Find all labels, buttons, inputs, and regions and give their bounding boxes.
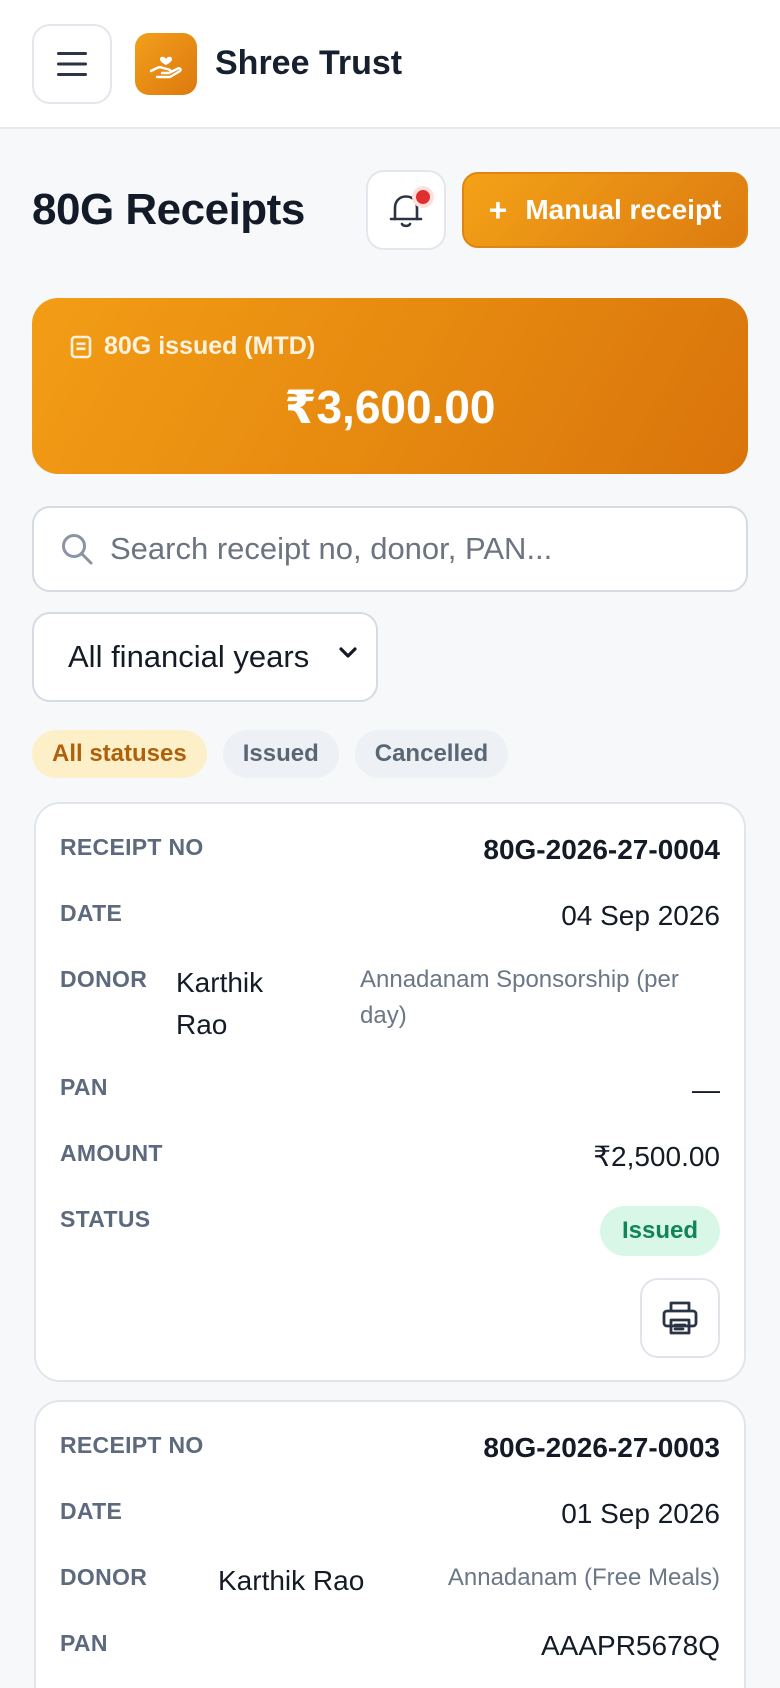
date-row: DATE 04 Sep 2026: [60, 900, 720, 940]
donor-label: DONOR: [60, 1564, 148, 1590]
receipt-no-label: RECEIPT NO: [60, 834, 204, 860]
pan-row: PAN AAAPR5678Q: [60, 1630, 720, 1670]
hamburger-menu-icon: [57, 52, 87, 76]
print-receipt-button[interactable]: [640, 1278, 720, 1358]
status-filter-chips: All statuses Issued Cancelled: [32, 730, 509, 778]
pan-label: PAN: [60, 1074, 108, 1100]
receipt-card: RECEIPT NO 80G-2026-27-0004 DATE 04 Sep …: [34, 802, 746, 1382]
receipt-icon: [70, 335, 92, 358]
date-value: 04 Sep 2026: [561, 900, 720, 931]
search-icon: [62, 534, 93, 565]
hand-heart-icon: [149, 56, 182, 79]
receipt-no-row: RECEIPT NO 80G-2026-27-0004: [60, 834, 720, 874]
pan-row: PAN —: [60, 1074, 720, 1114]
date-label: DATE: [60, 900, 123, 926]
donor-purpose: Annadanam Sponsorship (per day): [360, 966, 679, 1029]
search-box: [32, 506, 748, 592]
amount-row: AMOUNT ₹2,500.00: [60, 1140, 720, 1180]
chip-all-statuses[interactable]: All statuses: [32, 730, 207, 778]
plus-icon: +: [488, 191, 508, 228]
notifications-button[interactable]: [366, 170, 446, 250]
app-name: Shree Trust: [215, 44, 403, 82]
pan-value: —: [692, 1074, 720, 1105]
manual-receipt-button[interactable]: + Manual receipt: [462, 172, 748, 248]
receipt-no-row: RECEIPT NO 80G-2026-27-0003: [60, 1432, 720, 1472]
date-label: DATE: [60, 1498, 123, 1524]
menu-button[interactable]: [32, 24, 112, 104]
pan-label: PAN: [60, 1630, 108, 1656]
donor-row: DONOR Karthik Rao Annadanam Sponsorship …: [60, 966, 720, 1056]
pan-value: AAAPR5678Q: [541, 1630, 720, 1661]
status-badge: Issued: [599, 1206, 720, 1256]
app-logo: [135, 33, 197, 95]
summary-label-row: 80G issued (MTD): [70, 332, 315, 361]
donor-label: DONOR: [60, 966, 148, 992]
summary-card: 80G issued (MTD) ₹3,600.00: [32, 298, 748, 474]
date-value: 01 Sep 2026: [561, 1498, 720, 1529]
donor-name: Karthik Rao: [218, 1565, 365, 1596]
chip-issued[interactable]: Issued: [222, 730, 339, 778]
receipt-no-value: 80G-2026-27-0004: [483, 834, 720, 865]
printer-icon: [662, 1301, 698, 1335]
receipt-no-label: RECEIPT NO: [60, 1432, 204, 1458]
page-title: 80G Receipts: [32, 185, 305, 234]
financial-year-value: All financial years: [68, 639, 310, 674]
summary-label: 80G issued (MTD): [104, 332, 316, 360]
date-row: DATE 01 Sep 2026: [60, 1498, 720, 1538]
status-label: STATUS: [60, 1206, 151, 1232]
summary-amount: ₹3,600.00: [284, 381, 496, 433]
receipt-no-value: 80G-2026-27-0003: [483, 1432, 720, 1463]
chip-cancelled[interactable]: Cancelled: [354, 730, 509, 778]
financial-year-select[interactable]: All financial years: [32, 612, 378, 702]
donor-row: DONOR Karthik Rao Annadanam (Free Meals): [60, 1564, 720, 1608]
receipt-card: RECEIPT NO 80G-2026-27-0003 DATE 01 Sep …: [34, 1400, 746, 1688]
amount-label: AMOUNT: [60, 1140, 163, 1166]
amount-value: ₹2,500.00: [593, 1141, 720, 1172]
notification-dot: [412, 186, 434, 208]
chevron-down-icon: [339, 647, 357, 658]
donor-name: Karthik Rao: [176, 967, 264, 1040]
search-input[interactable]: [110, 522, 710, 576]
top-bar: Shree Trust: [0, 0, 780, 129]
donor-purpose: Annadanam (Free Meals): [447, 1564, 720, 1591]
manual-receipt-label: Manual receipt: [525, 194, 722, 225]
status-row: STATUS Issued: [60, 1206, 720, 1258]
